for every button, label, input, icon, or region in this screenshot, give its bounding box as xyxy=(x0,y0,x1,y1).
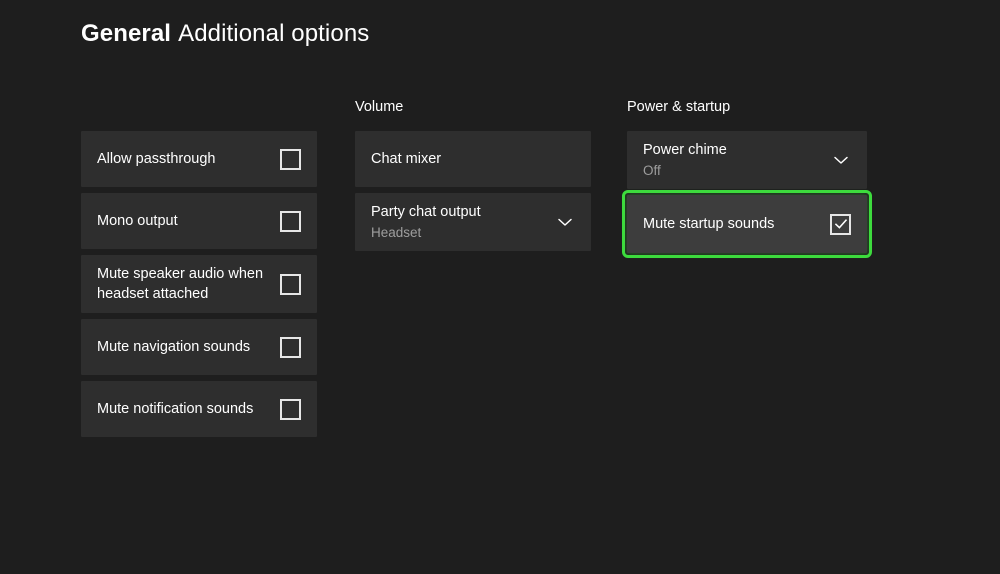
settings-column-power-startup: Power & startup Power chime Off Mute sta… xyxy=(627,96,867,253)
setting-text: Power chime Off xyxy=(643,140,737,180)
setting-text: Chat mixer xyxy=(371,149,451,169)
card-list-volume: Chat mixer Party chat output Headset xyxy=(355,131,591,251)
checkmark-icon xyxy=(834,217,848,231)
setting-row-mute-startup-sounds[interactable]: Mute startup sounds xyxy=(627,195,867,253)
setting-row-chat-mixer[interactable]: Chat mixer xyxy=(355,131,591,187)
setting-text: Party chat output Headset xyxy=(371,202,491,242)
setting-row-party-chat-output[interactable]: Party chat output Headset xyxy=(355,193,591,251)
checkbox-mute-notification-sounds[interactable] xyxy=(280,399,301,420)
chevron-down-icon[interactable] xyxy=(555,212,575,232)
setting-label: Chat mixer xyxy=(371,149,441,169)
card-list-power-startup: Power chime Off Mute startup sounds xyxy=(627,131,867,253)
card-list-audio: Allow passthrough Mono output Mute speak… xyxy=(81,131,317,437)
setting-text: Mute speaker audio when headset attached xyxy=(97,264,280,304)
setting-label: Mute navigation sounds xyxy=(97,337,250,357)
settings-column-volume: Volume Chat mixer Party chat output Head… xyxy=(355,96,591,251)
setting-row-mute-notification-sounds[interactable]: Mute notification sounds xyxy=(81,381,317,437)
checkbox-mute-speaker-audio[interactable] xyxy=(280,274,301,295)
setting-label: Power chime xyxy=(643,140,727,160)
checkbox-mute-navigation-sounds[interactable] xyxy=(280,337,301,358)
setting-text: Mute navigation sounds xyxy=(97,337,260,357)
setting-label: Party chat output xyxy=(371,202,481,222)
column-header-volume: Volume xyxy=(355,96,591,118)
setting-text: Mute startup sounds xyxy=(643,214,784,234)
setting-label: Mono output xyxy=(97,211,178,231)
setting-label: Mute notification sounds xyxy=(97,399,253,419)
no-control-placeholder xyxy=(554,149,575,170)
setting-row-mono-output[interactable]: Mono output xyxy=(81,193,317,249)
checkbox-mute-startup-sounds[interactable] xyxy=(830,214,851,235)
setting-value: Off xyxy=(643,162,727,180)
setting-row-allow-passthrough[interactable]: Allow passthrough xyxy=(81,131,317,187)
setting-row-power-chime[interactable]: Power chime Off xyxy=(627,131,867,189)
column-header-power-startup: Power & startup xyxy=(627,96,867,118)
setting-text: Allow passthrough xyxy=(97,149,226,169)
setting-row-mute-speaker-audio[interactable]: Mute speaker audio when headset attached xyxy=(81,255,317,313)
setting-text: Mute notification sounds xyxy=(97,399,263,419)
chevron-down-icon[interactable] xyxy=(831,150,851,170)
settings-column-audio: Allow passthrough Mono output Mute speak… xyxy=(81,96,317,437)
checkbox-mono-output[interactable] xyxy=(280,211,301,232)
setting-row-mute-navigation-sounds[interactable]: Mute navigation sounds xyxy=(81,319,317,375)
setting-label: Mute speaker audio when headset attached xyxy=(97,264,270,304)
checkbox-allow-passthrough[interactable] xyxy=(280,149,301,170)
setting-label: Mute startup sounds xyxy=(643,214,774,234)
setting-value: Headset xyxy=(371,224,481,242)
setting-label: Allow passthrough xyxy=(97,149,216,169)
setting-text: Mono output xyxy=(97,211,188,231)
settings-columns: Allow passthrough Mono output Mute speak… xyxy=(0,0,1000,574)
